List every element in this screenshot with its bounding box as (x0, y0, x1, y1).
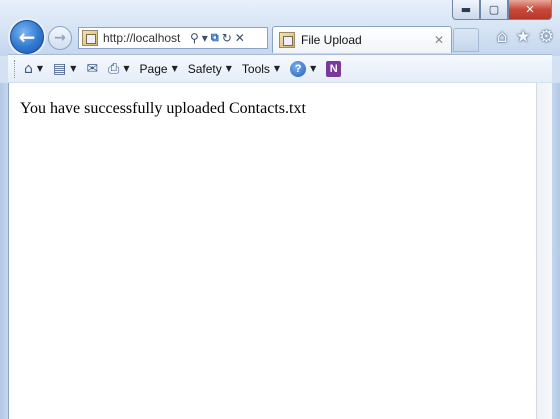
feeds-command[interactable]: ▤ ▼ (53, 61, 76, 77)
feeds-icon: ▤ (53, 60, 67, 77)
tools-gear-icon[interactable]: ⚙ (539, 27, 554, 47)
onenote-command[interactable]: N (326, 60, 342, 77)
page-favicon-icon (82, 30, 98, 46)
back-arrow-icon: ← (18, 25, 36, 49)
window-right-border (552, 83, 560, 419)
tab-close-icon[interactable]: ✕ (434, 33, 444, 47)
new-tab-button[interactable] (453, 28, 479, 52)
upload-success-message: You have successfully uploaded Contacts.… (20, 100, 306, 117)
help-menu[interactable]: ? ▼ (290, 60, 317, 77)
refresh-icon[interactable]: ↻ (222, 31, 232, 45)
print-dropdown-icon[interactable]: ▼ (123, 64, 129, 73)
vertical-scrollbar[interactable] (536, 83, 552, 419)
home-icon[interactable]: ⌂ (497, 27, 508, 47)
maximize-button[interactable]: ▢ (480, 0, 508, 20)
minimize-button[interactable]: ▬ (452, 0, 480, 20)
page-menu[interactable]: Page ▼ (140, 62, 178, 76)
tab-title: File Upload (301, 33, 362, 47)
mail-command[interactable]: ✉ (86, 61, 98, 77)
onenote-icon: N (326, 60, 342, 77)
safety-menu[interactable]: Safety ▼ (188, 62, 232, 76)
help-dropdown-icon: ▼ (310, 64, 317, 73)
home-dropdown-icon[interactable]: ▼ (37, 64, 43, 73)
address-bar[interactable]: http://localhost ⚲ ▾ ⧉ ↻ ✕ (78, 27, 268, 49)
page-content: You have successfully uploaded Contacts.… (8, 83, 536, 419)
back-button[interactable]: ← (10, 20, 44, 54)
url-field[interactable]: http://localhost (103, 31, 187, 45)
help-icon: ? (290, 60, 307, 77)
stop-icon[interactable]: ✕ (235, 31, 245, 45)
compatibility-view-icon[interactable]: ⧉ (211, 31, 219, 45)
window-left-border (0, 83, 8, 419)
forward-button[interactable]: → (48, 26, 72, 50)
safety-dropdown-icon: ▼ (225, 64, 232, 73)
close-button[interactable]: ✕ (508, 0, 552, 20)
tools-dropdown-icon: ▼ (273, 64, 281, 73)
print-icon: ⎙ (108, 60, 120, 77)
search-icon[interactable]: ⚲ (190, 31, 199, 45)
page-menu-label: Page (139, 61, 168, 76)
home-icon: ⌂ (24, 60, 33, 77)
mail-icon: ✉ (86, 60, 99, 77)
tools-menu-label: Tools (241, 61, 270, 76)
forward-arrow-icon: → (54, 30, 66, 46)
tools-menu[interactable]: Tools ▼ (242, 62, 280, 76)
home-command[interactable]: ⌂ ▼ (24, 61, 43, 77)
print-command[interactable]: ⎙ ▼ (108, 61, 129, 77)
address-dropdown-icon[interactable]: ▾ (202, 31, 208, 45)
tab-favicon-icon (279, 32, 295, 48)
tab-file-upload[interactable]: File Upload ✕ (272, 26, 452, 53)
safety-menu-label: Safety (187, 61, 222, 76)
page-dropdown-icon: ▼ (171, 64, 178, 73)
window-controls: ▬ ▢ ✕ (452, 0, 552, 20)
favorites-star-icon[interactable]: ★ (516, 27, 531, 47)
toolbar-grip[interactable] (14, 59, 18, 78)
command-bar: ⌂ ▼ ▤ ▼ ✉ ⎙ ▼ Page ▼ Safety ▼ Tools ▼ ? … (8, 54, 552, 82)
feeds-dropdown-icon[interactable]: ▼ (70, 64, 76, 73)
browser-right-icons: ⌂ ★ ⚙ (497, 27, 554, 47)
